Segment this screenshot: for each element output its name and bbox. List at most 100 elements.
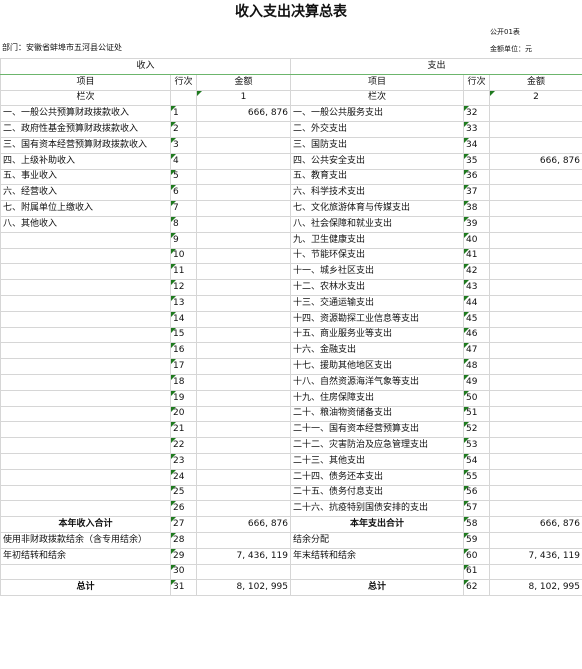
table-row: 24 二十四、债务还本支出 55	[0, 468, 582, 486]
expense-line-cell: 60	[463, 547, 490, 565]
income-item-cell: 三、国有资本经营预算财政拨款收入	[0, 136, 171, 154]
income-line-cell: 8	[170, 215, 197, 233]
expense-item-cell: 二十五、债务付息支出	[290, 484, 464, 502]
income-amount-cell: 7, 436, 119	[196, 547, 291, 565]
expense-amount-cell: 7, 436, 119	[489, 547, 582, 565]
income-item-cell: 年初结转和结余	[0, 547, 171, 565]
expense-item-cell: 十、节能环保支出	[290, 247, 464, 265]
unit-label: 金额单位：元	[490, 45, 532, 53]
expense-item-cell: 二十二、灾害防治及应急管理支出	[290, 437, 464, 454]
income-line-cell: 21	[170, 421, 197, 439]
income-item-cell	[0, 500, 171, 518]
expense-amount-cell	[489, 326, 582, 344]
income-amount-header: 金额	[196, 73, 291, 91]
income-line-cell: 23	[170, 452, 197, 470]
expense-item-cell: 七、文化旅游体育与传媒支出	[290, 200, 464, 217]
report-sheet: 收入支出决算总表 公开01表 部门：安徽省蚌埠市五河县公证处 金额单位：元 收入…	[0, 0, 582, 669]
expense-amount-cell	[489, 531, 582, 549]
expense-item-cell: 五、教育支出	[290, 168, 464, 186]
expense-amount-cell	[489, 373, 582, 391]
expense-item-cell: 二十一、国有资本经营预算支出	[290, 421, 464, 439]
expense-line-cell: 37	[463, 184, 490, 202]
expense-item-cell: 十九、住房保障支出	[290, 389, 464, 407]
income-amount-cell	[196, 310, 291, 328]
expense-line-cell: 33	[463, 121, 490, 138]
expense-line-cell: 49	[463, 373, 490, 391]
income-amount-cell	[196, 263, 291, 281]
expense-item-cell: 二十三、其他支出	[290, 452, 464, 470]
income-line-cell: 26	[170, 500, 197, 518]
table-row: 17 十七、援助其他地区支出 48	[0, 358, 582, 375]
expense-line-cell: 52	[463, 421, 490, 439]
income-item-cell	[0, 310, 171, 328]
income-line-cell: 19	[170, 389, 197, 407]
department-label: 部门：安徽省蚌埠市五河县公证处	[2, 43, 122, 52]
income-col-number: 1	[196, 89, 291, 107]
income-line-cell: 4	[170, 152, 197, 170]
expense-line-cell: 51	[463, 405, 490, 423]
income-line-cell: 16	[170, 342, 197, 360]
expense-col-number: 2	[489, 89, 582, 107]
income-item-cell	[0, 405, 171, 423]
income-item-cell	[0, 421, 171, 439]
expense-item-cell: 六、科学技术支出	[290, 184, 464, 202]
table-row: 25 二十五、债务付息支出 56	[0, 484, 582, 502]
table-row: 18 十八、自然资源海洋气象等支出 49	[0, 373, 582, 391]
income-amount-cell: 666, 876	[196, 105, 291, 123]
income-line-cell: 22	[170, 437, 197, 454]
table-row: 二、政府性基金预算财政拨款收入 2 二、外交支出 33	[0, 121, 582, 138]
expense-section: 支出	[290, 58, 582, 75]
income-item-cell: 一、一般公共预算财政拨款收入	[0, 105, 171, 123]
expense-item-cell: 四、公共安全支出	[290, 152, 464, 170]
expense-line-cell: 45	[463, 310, 490, 328]
income-line-cell: 13	[170, 294, 197, 312]
expense-item-cell: 年末结转和结余	[290, 547, 464, 565]
income-item-cell	[0, 468, 171, 486]
income-line-cell: 15	[170, 326, 197, 344]
expense-line-cell: 42	[463, 263, 490, 281]
table-row: 12 十二、农林水支出 43	[0, 279, 582, 296]
income-item-cell	[0, 279, 171, 296]
expense-item-cell: 八、社会保障和就业支出	[290, 215, 464, 233]
table-row: 八、其他收入 8 八、社会保障和就业支出 39	[0, 215, 582, 233]
expense-amount-cell	[489, 310, 582, 328]
expense-amount-cell	[489, 200, 582, 217]
expense-item-cell: 十一、城乡社区支出	[290, 263, 464, 281]
income-item-cell: 六、经营收入	[0, 184, 171, 202]
expense-line-cell: 34	[463, 136, 490, 154]
expense-amount-cell	[489, 231, 582, 249]
expense-line-cell: 54	[463, 452, 490, 470]
expense-amount-cell	[489, 263, 582, 281]
table-row: 四、上级补助收入 4 四、公共安全支出 35 666, 876	[0, 152, 582, 170]
expense-line-cell: 44	[463, 294, 490, 312]
table-row: 22 二十二、灾害防治及应急管理支出 53	[0, 437, 582, 454]
income-amount-cell	[196, 358, 291, 375]
income-section: 收入	[0, 58, 291, 75]
income-amount-cell	[196, 121, 291, 138]
expense-item-cell: 十三、交通运输支出	[290, 294, 464, 312]
expense-amount-cell: 666, 876	[489, 152, 582, 170]
expense-line-cell: 48	[463, 358, 490, 375]
table-row: 19 十九、住房保障支出 50	[0, 389, 582, 407]
expense-line-cell: 40	[463, 231, 490, 249]
income-amount-cell	[196, 136, 291, 154]
income-item-cell: 总计	[0, 579, 171, 597]
table-row: 六、经营收入 6 六、科学技术支出 37	[0, 184, 582, 202]
table-row: 16 十六、金融支出 47	[0, 342, 582, 360]
table-row: 15 十五、商业服务业等支出 46	[0, 326, 582, 344]
expense-line-cell: 36	[463, 168, 490, 186]
income-line-cell: 18	[170, 373, 197, 391]
expense-line-cell: 56	[463, 484, 490, 502]
income-amount-cell	[196, 389, 291, 407]
expense-line-cell: 61	[463, 563, 490, 581]
income-line-cell: 12	[170, 279, 197, 296]
table-row: 26 二十六、抗疫特别国债安排的支出 57	[0, 500, 582, 518]
income-line-cell: 3	[170, 136, 197, 154]
income-line-cell: 20	[170, 405, 197, 423]
income-line-cell: 25	[170, 484, 197, 502]
income-amount-cell	[196, 231, 291, 249]
income-item-cell	[0, 358, 171, 375]
table-row: 使用非财政拨款结余（含专用结余） 28 结余分配 59	[0, 531, 582, 549]
expense-amount-cell	[489, 294, 582, 312]
income-amount-cell	[196, 342, 291, 360]
